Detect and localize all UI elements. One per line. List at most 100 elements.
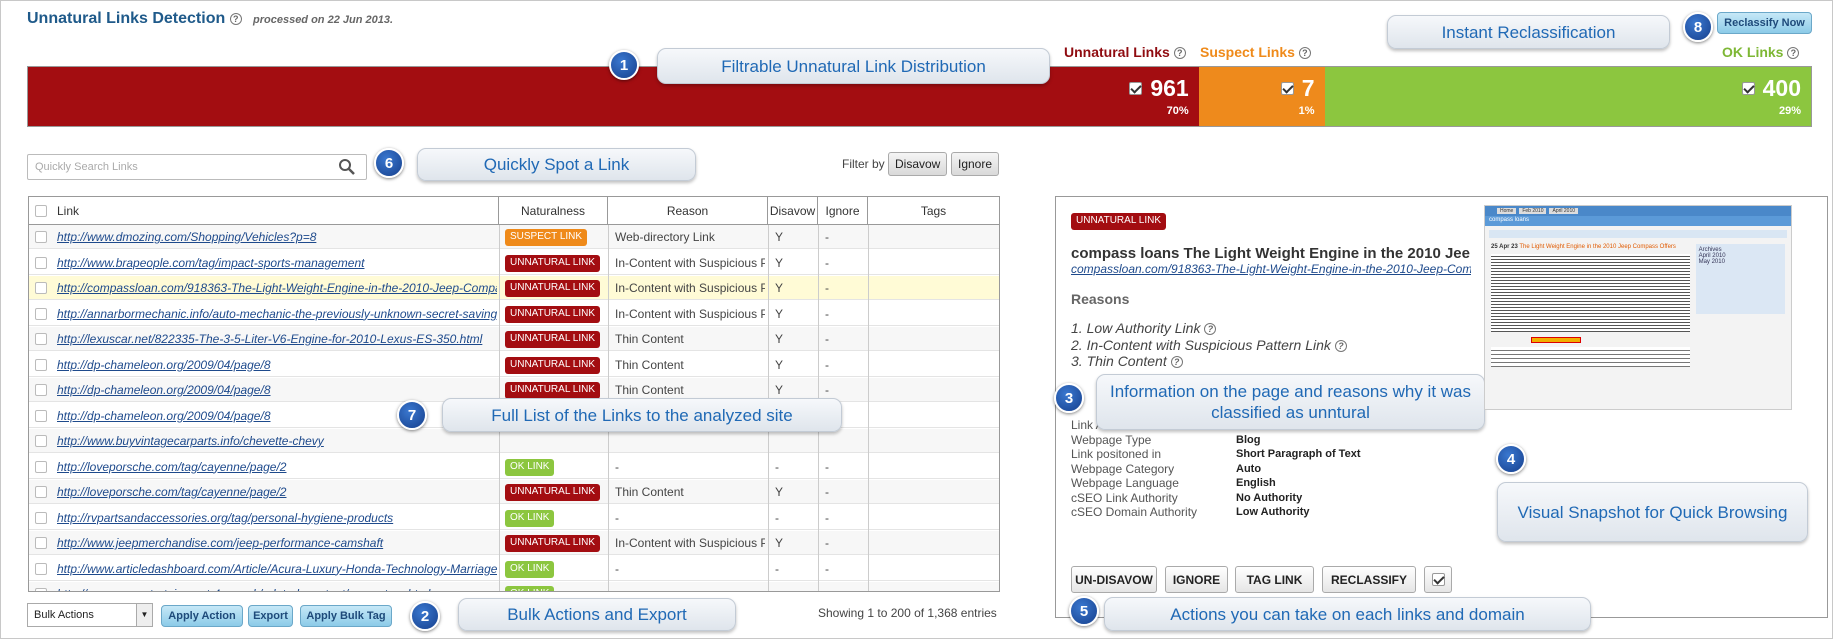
link-url[interactable]: http://dp-chameleon.org/2009/04/page/8 — [57, 353, 497, 377]
table-row[interactable]: http://www.buyvintagecarparts.info/cheve… — [29, 429, 999, 453]
table-row[interactable]: http://dp-chameleon.org/2009/04/page/8 UN… — [29, 352, 999, 377]
page-snapshot-image[interactable]: Home Feb 2010 April 2010 compass loans 25 … — [1484, 205, 1792, 410]
row-checkbox[interactable] — [35, 511, 47, 524]
help-icon[interactable]: ? — [1170, 356, 1183, 369]
filter-disavow-button[interactable]: Disavow — [888, 152, 948, 176]
help-icon[interactable]: ? — [229, 12, 242, 25]
disavow-cell: Y — [775, 485, 784, 499]
detail-page-title: compass loans The Light Weight Engine in… — [1071, 245, 1471, 262]
segment-checkbox[interactable] — [1741, 82, 1755, 95]
row-checkbox[interactable] — [35, 333, 47, 345]
help-icon[interactable]: ? — [1334, 340, 1347, 353]
row-checkbox[interactable] — [35, 384, 47, 396]
callout-number-5: 5 — [1069, 596, 1099, 626]
row-checkbox[interactable] — [35, 435, 47, 447]
legend-suspect[interactable]: Suspect Links ? — [1200, 44, 1311, 60]
segment-percent: 29% — [1778, 105, 1801, 117]
distribution-segment-suspect[interactable]: 7 1% — [1198, 67, 1325, 126]
help-icon[interactable]: ? — [1204, 323, 1217, 336]
reason-cell: - — [615, 561, 619, 576]
confirm-check-button[interactable] — [1424, 566, 1452, 593]
link-url[interactable]: http://www.dmozing.com/Shopping/Vehicles… — [57, 225, 497, 249]
distribution-segment-ok[interactable]: 400 29% — [1324, 67, 1811, 126]
undisavow-button[interactable]: UN-DISAVOW — [1071, 566, 1157, 593]
link-url[interactable]: http://compassloan.com/918363-The-Light-… — [57, 276, 497, 300]
reason-cell: Thin Content — [615, 357, 684, 372]
row-checkbox[interactable] — [35, 486, 47, 498]
link-url[interactable]: http://loveporsche.com/tag/cayenne/page/… — [57, 455, 497, 479]
table-row[interactable]: http://loveporsche.com/tag/cayenne/page/… — [29, 454, 999, 479]
legend-ok[interactable]: OK Links ? — [1722, 44, 1800, 60]
help-icon[interactable]: ? — [1787, 47, 1800, 60]
table-row[interactable]: http://www.brapeople.com/tag/impact-spor… — [29, 250, 999, 275]
ignore-cell: - — [825, 561, 829, 576]
export-button[interactable]: Export — [248, 605, 293, 627]
filter-ignore-button[interactable]: Ignore — [951, 152, 1000, 176]
field-value: English — [1236, 477, 1276, 489]
column-header-ignore[interactable]: Ignore — [818, 197, 868, 225]
disavow-cell: Y — [775, 230, 784, 244]
processed-date: processed on 22 Jun 2013. — [253, 14, 394, 26]
link-url[interactable]: http://www.brapeople.com/tag/impact-spor… — [57, 251, 497, 275]
link-url[interactable]: http://www.car-entertainment-4u.co.uk/re… — [57, 582, 497, 591]
tag-link-button[interactable]: TAG LINK — [1235, 566, 1314, 593]
row-checkbox[interactable] — [35, 460, 47, 473]
column-header-link[interactable]: Link — [29, 197, 499, 225]
field-value: Short Paragraph of Text — [1236, 448, 1361, 460]
legend-unnatural[interactable]: Unnatural Links ? — [1064, 44, 1186, 60]
select-all-checkbox[interactable] — [35, 205, 47, 217]
row-checkbox[interactable] — [35, 282, 47, 294]
column-header-tags[interactable]: Tags — [868, 197, 999, 225]
column-header-reason[interactable]: Reason — [608, 197, 768, 225]
table-row[interactable]: http://www.dmozing.com/Shopping/Vehicles… — [29, 225, 999, 249]
link-url[interactable]: http://dp-chameleon.org/2009/04/page/8 — [57, 404, 497, 428]
table-row[interactable]: http://rvpartsandaccessories.org/tag/per… — [29, 505, 999, 530]
link-url[interactable]: http://rvpartsandaccessories.org/tag/per… — [57, 506, 497, 530]
link-url[interactable]: http://www.buyvintagecarparts.info/cheve… — [57, 429, 497, 453]
table-row[interactable]: http://loveporsche.com/tag/cayenne/page/… — [29, 480, 999, 504]
ignore-button[interactable]: IGNORE — [1165, 566, 1228, 593]
table-row[interactable]: http://lexuscar.net/822335-The-3-5-Liter… — [29, 327, 999, 351]
link-url[interactable]: http://www.jeepmerchandise.com/jeep-perf… — [57, 531, 497, 555]
link-url[interactable]: http://loveporsche.com/tag/cayenne/page/… — [57, 480, 497, 504]
table-row[interactable]: http://annarbormechanic.info/auto-mechan… — [29, 301, 999, 326]
disavow-cell: Y — [775, 255, 784, 270]
ignore-cell — [825, 429, 865, 453]
table-row[interactable]: http://compassloan.com/918363-The-Light-… — [29, 276, 999, 300]
row-checkbox[interactable] — [35, 562, 47, 575]
help-icon[interactable]: ? — [1173, 47, 1186, 60]
segment-checkbox[interactable] — [1129, 82, 1143, 95]
reason-cell: - — [615, 459, 619, 474]
bulk-actions-select[interactable]: Bulk Actions ▼ — [27, 603, 153, 627]
row-checkbox[interactable] — [35, 537, 47, 549]
search-input[interactable]: Quickly Search Links — [27, 154, 367, 180]
segment-checkbox[interactable] — [1280, 82, 1294, 95]
detail-url-link[interactable]: compassloan.com/918363-The-Light-Weight-… — [1071, 262, 1471, 276]
table-row[interactable]: http://www.articledashboard.com/Article/… — [29, 556, 999, 581]
reclassify-now-button[interactable]: Reclassify Now — [1717, 12, 1812, 34]
apply-bulk-tag-button[interactable]: Apply Bulk Tag — [300, 605, 392, 627]
help-icon[interactable]: ? — [1298, 47, 1311, 60]
column-header-disavow[interactable]: Disavow — [768, 197, 818, 225]
entries-count: Showing 1 to 200 of 1,368 entries — [818, 606, 997, 620]
callout-distribution: Filtrable Unnatural Link Distribution — [657, 48, 1050, 84]
row-checkbox[interactable] — [35, 307, 47, 320]
row-checkbox[interactable] — [35, 409, 47, 422]
link-url[interactable]: http://www.articledashboard.com/Article/… — [57, 557, 497, 581]
table-row[interactable]: http://www.jeepmerchandise.com/jeep-perf… — [29, 531, 999, 555]
callout-number-3: 3 — [1054, 383, 1084, 413]
ignore-cell: - — [825, 510, 829, 525]
table-row[interactable]: http://www.car-entertainment-4u.co.uk/re… — [29, 582, 999, 591]
column-header-naturalness[interactable]: Naturalness — [499, 197, 608, 225]
apply-action-button[interactable]: Apply Action — [161, 605, 243, 627]
link-url[interactable]: http://annarbormechanic.info/auto-mechan… — [57, 302, 497, 326]
search-icon[interactable] — [338, 158, 356, 176]
links-table: Link Naturalness Reason Disavow Ignore T… — [28, 196, 1000, 592]
row-checkbox[interactable] — [35, 588, 47, 591]
row-checkbox[interactable] — [35, 256, 47, 269]
row-checkbox[interactable] — [35, 231, 47, 243]
link-url[interactable]: http://lexuscar.net/822335-The-3-5-Liter… — [57, 327, 497, 351]
reclassify-button[interactable]: RECLASSIFY — [1322, 566, 1416, 593]
row-checkbox[interactable] — [35, 358, 47, 371]
link-url[interactable]: http://dp-chameleon.org/2009/04/page/8 — [57, 378, 497, 402]
